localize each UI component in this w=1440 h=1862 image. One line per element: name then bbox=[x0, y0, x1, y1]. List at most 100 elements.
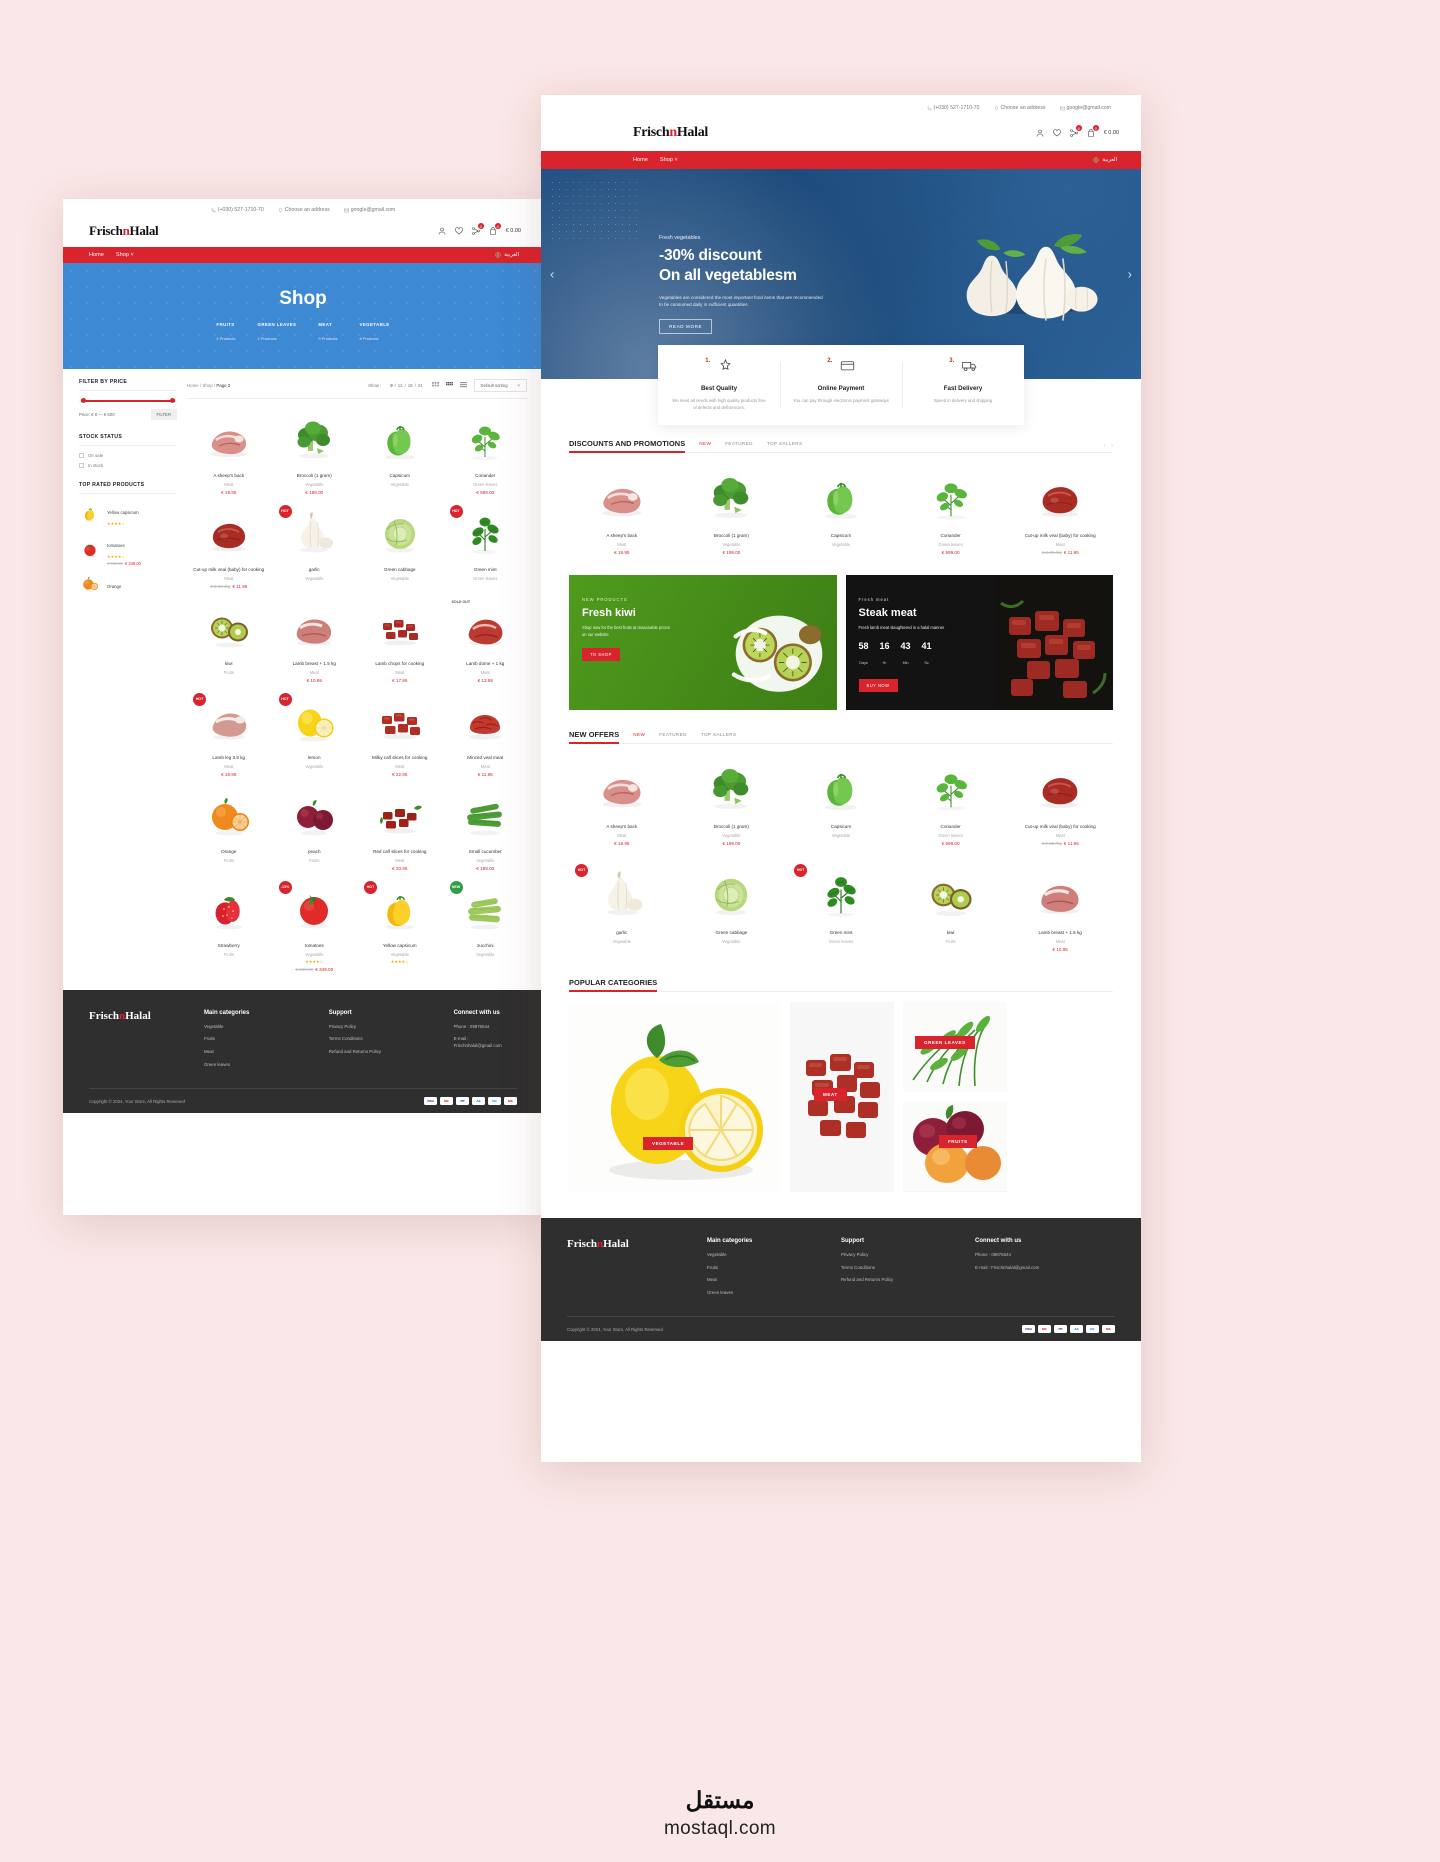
product-card[interactable]: Lamb breast + 1.5 kg Meat € 10.95 bbox=[1007, 860, 1113, 956]
category-tile-meat[interactable]: MEAT bbox=[790, 1001, 894, 1192]
footer-link[interactable]: Privacy Policy bbox=[329, 1024, 424, 1031]
nav-home[interactable]: Home bbox=[633, 157, 648, 163]
product-card[interactable]: Milky calf slices for cooking Meat € 22.… bbox=[358, 689, 442, 781]
product-card[interactable]: Green cabbage Vegetable bbox=[679, 860, 785, 956]
breadcrumb-home[interactable]: Home bbox=[187, 383, 199, 388]
footer-link[interactable]: Fruits bbox=[707, 1265, 811, 1272]
wishlist-icon[interactable] bbox=[1052, 129, 1061, 137]
shop-hero-category[interactable]: FRUITS 4 Products bbox=[216, 322, 235, 345]
hero-prev-arrow[interactable]: ‹ bbox=[550, 267, 554, 282]
product-card[interactable]: Coriander Green leaves € 599.00 bbox=[898, 754, 1004, 850]
shop-hero-category[interactable]: GREEN LEAVES 2 Products bbox=[258, 322, 297, 345]
price-slider-knob-max[interactable] bbox=[170, 398, 175, 403]
product-card[interactable]: HOT Lamb leg 3.5 kg Meat € 18.95 bbox=[187, 689, 271, 781]
grid-view-4[interactable] bbox=[445, 382, 453, 389]
email-item[interactable]: google@gmail.com bbox=[1059, 105, 1111, 111]
product-card[interactable]: HOT garlic Vegetable bbox=[273, 501, 357, 593]
show-option[interactable]: 9 bbox=[390, 383, 392, 388]
product-card[interactable]: -13% tomatoes Vegetable ★★★★☆ € 999.00 € 3… bbox=[273, 877, 357, 976]
grid-view-3[interactable] bbox=[431, 382, 439, 389]
hero-readmore-button[interactable]: READ MORE bbox=[659, 318, 713, 334]
product-card[interactable]: HOT lemon Vegetable bbox=[273, 689, 357, 781]
product-card[interactable]: A sheep's back Meat € 19.95 bbox=[569, 463, 675, 559]
product-card[interactable]: Orange Fruits bbox=[187, 783, 271, 875]
product-card[interactable]: Cut-up milk veal (baby) for cooking Meat… bbox=[187, 501, 271, 593]
sort-select[interactable]: Default sorting ˅ bbox=[473, 379, 527, 392]
product-card[interactable]: Broccoli (1 gram) Vegetable € 199.00 bbox=[679, 754, 785, 850]
show-option[interactable]: 24 bbox=[418, 383, 423, 388]
product-card[interactable]: SOLD OUT Lamb dome + 1 kg Meat € 13.95 bbox=[444, 595, 528, 687]
email-item[interactable]: google@gmail.com bbox=[343, 207, 395, 213]
promo-kiwi-cta[interactable]: TO SHOP bbox=[582, 648, 620, 662]
footer-link[interactable]: Fruits bbox=[204, 1036, 299, 1043]
top-rated-item[interactable]: tomatoes ★★★★☆ € 999.00 € 349.00 bbox=[79, 534, 177, 566]
footer-link[interactable]: Green leaves bbox=[204, 1062, 299, 1069]
product-card[interactable]: Cut-up milk veal (baby) for cooking Meat… bbox=[1007, 754, 1113, 850]
product-card[interactable]: NEW zucchini Vegetable bbox=[444, 877, 528, 976]
product-card[interactable]: Broccoli (1 gram) Vegetable € 199.00 bbox=[679, 463, 785, 559]
breadcrumb-shop[interactable]: Shop bbox=[202, 383, 212, 388]
top-rated-item[interactable]: Yellow capsicum ★★★★☆ bbox=[79, 501, 177, 526]
lang-switcher[interactable]: العربية bbox=[1093, 157, 1117, 163]
product-card[interactable]: HOT garlic Vegetable bbox=[569, 860, 675, 956]
compare-icon[interactable]: 0 bbox=[1069, 125, 1082, 137]
footer-logo[interactable]: FrischnHalal bbox=[89, 1010, 174, 1022]
footer-link[interactable]: Green leaves bbox=[707, 1290, 811, 1297]
nav-shop[interactable]: Shop ˅ bbox=[660, 157, 678, 163]
price-slider-knob-min[interactable] bbox=[81, 398, 86, 403]
category-tile-greenleaves[interactable]: GREEN LEAVES bbox=[903, 1001, 1007, 1093]
product-card[interactable]: Broccoli (1 gram) Vegetable € 199.00 bbox=[273, 407, 357, 499]
product-card[interactable]: HOT Green mint Green leaves bbox=[788, 860, 894, 956]
price-slider[interactable] bbox=[81, 398, 175, 403]
wishlist-icon[interactable] bbox=[454, 227, 463, 235]
nav-shop[interactable]: Shop ˅ bbox=[116, 252, 134, 258]
hero-next-arrow[interactable]: › bbox=[1128, 267, 1132, 282]
show-option[interactable]: 18 bbox=[408, 383, 413, 388]
product-card[interactable]: A sheep's back Meat € 19.95 bbox=[187, 407, 271, 499]
list-view[interactable] bbox=[459, 382, 467, 389]
category-tile-fruits[interactable]: FRUITS bbox=[903, 1101, 1007, 1192]
phone-item[interactable]: (+030) 527-1710-70 bbox=[211, 207, 264, 213]
product-card[interactable]: kiwi Fruits bbox=[187, 595, 271, 687]
section-tab[interactable]: FEATURED bbox=[725, 441, 753, 446]
lang-switcher[interactable]: العربية bbox=[495, 252, 519, 258]
product-card[interactable]: Small cucumber Vegetable € 199.00 bbox=[444, 783, 528, 875]
account-icon[interactable] bbox=[1036, 129, 1044, 137]
compare-icon[interactable]: 0 bbox=[471, 223, 484, 235]
product-card[interactable]: Green cabbage Vegetable bbox=[358, 501, 442, 593]
product-card[interactable]: Lamb breast + 1.5 kg Meat € 10.95 bbox=[273, 595, 357, 687]
footer-link[interactable]: Privacy Policy bbox=[841, 1252, 945, 1259]
footer-link[interactable]: Terms Conditions bbox=[329, 1036, 424, 1043]
footer-link[interactable]: Meat bbox=[707, 1277, 811, 1284]
product-card[interactable]: A sheep's back Meat € 19.95 bbox=[569, 754, 675, 850]
product-card[interactable]: Capsicum Vegetable bbox=[358, 407, 442, 499]
footer-link[interactable]: Vegetable bbox=[707, 1252, 811, 1259]
section-tab[interactable]: NEW bbox=[699, 441, 711, 446]
shop-hero-category[interactable]: VEGETABLE 8 Products bbox=[360, 322, 390, 345]
footer-link[interactable]: Refund and Returns Policy bbox=[329, 1049, 424, 1056]
product-card[interactable]: HOT Yellow capsicum Vegetable ★★★★☆ bbox=[358, 877, 442, 976]
product-card[interactable]: Coriander Green leaves € 599.00 bbox=[444, 407, 528, 499]
stock-option-on-sale[interactable]: On sale bbox=[79, 453, 177, 458]
product-card[interactable]: Red calf slices for cooking Meat € 20.95 bbox=[358, 783, 442, 875]
stock-option-in-stock[interactable]: In stock bbox=[79, 463, 177, 468]
product-card[interactable]: Capsicum Vegetable bbox=[788, 463, 894, 559]
section-tab[interactable]: FEATURED bbox=[659, 732, 687, 737]
filter-button[interactable]: FILTER bbox=[150, 409, 177, 420]
product-card[interactable]: Coriander Green leaves € 599.00 bbox=[898, 463, 1004, 559]
carousel-prev[interactable]: ‹ bbox=[1103, 443, 1105, 449]
section-tab[interactable]: TOP SALLERS bbox=[701, 732, 737, 737]
account-icon[interactable] bbox=[438, 227, 446, 235]
cart-icon[interactable]: 0 bbox=[489, 223, 501, 235]
show-option[interactable]: 12 bbox=[398, 383, 403, 388]
product-card[interactable]: Cut-up milk veal (baby) for cooking Meat… bbox=[1007, 463, 1113, 559]
product-card[interactable]: Capsicum Vegetable bbox=[788, 754, 894, 850]
footer-link[interactable]: Meat bbox=[204, 1049, 299, 1056]
address-item[interactable]: Choose an address bbox=[278, 207, 330, 213]
nav-home[interactable]: Home bbox=[89, 252, 104, 258]
section-tab[interactable]: NEW bbox=[633, 732, 645, 737]
cart-icon[interactable]: 0 bbox=[1087, 125, 1099, 137]
product-card[interactable]: kiwi Fruits bbox=[898, 860, 1004, 956]
footer-link[interactable]: Vegetable bbox=[204, 1024, 299, 1031]
product-card[interactable]: Minced veal meat Meat € 11.95 bbox=[444, 689, 528, 781]
